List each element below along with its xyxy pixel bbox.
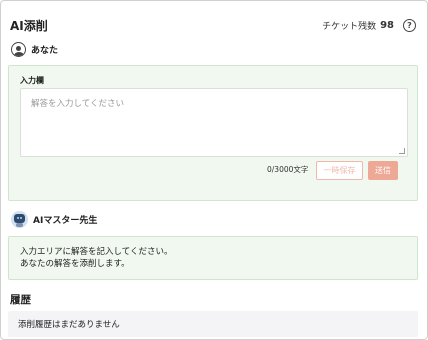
teacher-message: 入力エリアに解答を記入してください。 あなたの解答を添削します。 [8,236,418,280]
teacher-name: AIマスター先生 [33,216,98,226]
char-count: 0/3000文字 [267,165,309,174]
ticket-remaining: チケット残数 98 ? [322,18,416,32]
header: AI添削 チケット残数 98 ? [10,16,416,34]
question-circle-icon[interactable]: ? [403,18,416,32]
history-title: 履歴 [10,294,31,306]
answer-textarea-box [20,88,408,157]
resize-handle-icon[interactable] [399,148,405,154]
ticket-label: チケット残数 [322,21,377,32]
history-empty-text: 添削履歴はまだありません [18,320,120,330]
page-title: AI添削 [10,18,48,33]
message-line-1: 入力エリアに解答を記入してください。 [20,247,173,257]
input-panel: 入力欄 0/3000文字 一時保存 送信 [8,65,418,201]
teacher-row: AIマスター先生 [11,211,97,228]
temp-save-button[interactable]: 一時保存 [316,161,363,180]
message-line-2: あなたの解答を添削します。 [20,259,130,269]
user-name: あなた [31,46,59,56]
input-label: 入力欄 [20,76,44,85]
ticket-count: 98 [380,19,394,31]
history-empty-box: 添削履歴はまだありません [8,311,418,337]
answer-input[interactable] [21,89,407,156]
user-row: あなた [11,42,58,57]
user-circle-icon [11,42,26,57]
robot-avatar-icon [11,211,28,228]
send-button[interactable]: 送信 [368,161,398,180]
